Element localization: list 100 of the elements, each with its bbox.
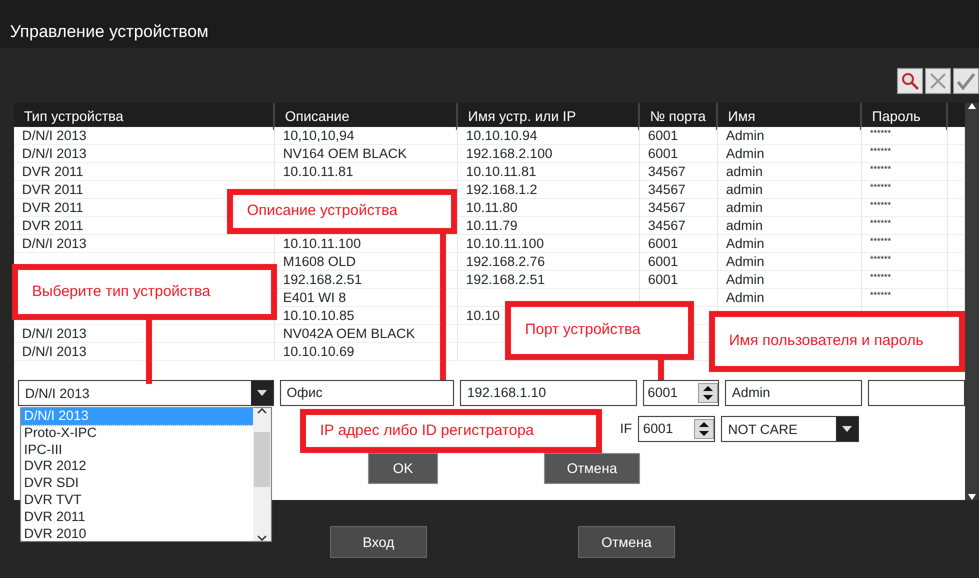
table-cell: 10.10 — [466, 308, 500, 323]
table-cell: admin — [726, 164, 763, 179]
dropdown-item[interactable]: Proto-X-IPC — [21, 424, 253, 442]
table-cell: 34567 — [648, 218, 686, 233]
device-type-combo[interactable]: D/N/I 2013 — [18, 380, 274, 406]
callout-label: Описание устройства — [227, 189, 457, 234]
table-cell: Admin — [726, 272, 764, 287]
table-cell: NV042A OEM BLACK — [283, 326, 416, 341]
close-icon — [928, 71, 948, 91]
masked-password: ****** — [870, 272, 892, 282]
column-header: Тип устройства — [14, 103, 275, 130]
table-cell: 6001 — [648, 254, 678, 269]
delete-button[interactable] — [925, 68, 951, 94]
table-cell: DVR 2011 — [22, 200, 84, 215]
address-field[interactable]: 192.168.1.10 — [460, 380, 637, 406]
masked-password: ****** — [870, 200, 892, 210]
callout-label: Имя пользователя и пароль — [709, 311, 965, 372]
dropdown-item[interactable]: IPC-III — [21, 442, 253, 458]
caret-icon — [256, 390, 267, 396]
port-spinner[interactable]: 6001 — [642, 380, 719, 406]
masked-password: ****** — [870, 182, 892, 192]
table-cell: 10.11.80 — [466, 200, 518, 215]
scroll-thumb[interactable] — [254, 432, 270, 487]
table-cell: admin — [726, 200, 763, 215]
table-cell: Admin — [726, 128, 764, 143]
window-title: Управление устройством — [0, 0, 979, 48]
table-cell: Admin — [726, 236, 764, 251]
ok-button[interactable]: OK — [368, 453, 438, 484]
table-cell: 10.10.10.85 — [283, 308, 354, 323]
scroll-up-icon — [968, 103, 976, 109]
masked-password: ****** — [870, 146, 892, 156]
table-cell: D/N/I 2013 — [22, 128, 87, 143]
table-cell: 10.10.10.69 — [283, 344, 354, 359]
masked-password: ****** — [870, 128, 892, 138]
table-cell: Admin — [726, 146, 764, 161]
table-cell: admin — [726, 218, 763, 233]
scrollbar[interactable] — [965, 103, 979, 500]
table-cell: 10.10.11.100 — [283, 236, 361, 251]
dropdown-item[interactable]: DVR SDI — [21, 475, 253, 492]
callout-label: IP адрес либо ID регистратора — [300, 409, 602, 453]
dropdown-item[interactable]: DVR TVT — [21, 492, 253, 509]
scroll-down-icon — [968, 494, 976, 500]
cancel-button[interactable]: Отмена — [578, 526, 675, 558]
column-header: Имя устр. или IP — [458, 103, 640, 130]
table-cell: 6001 — [648, 128, 678, 143]
table-cell: 192.168.2.51 — [283, 272, 362, 287]
mode-combo[interactable]: NOT CARE — [721, 416, 859, 442]
table-cell: 192.168.2.76 — [466, 254, 545, 269]
table-cell: 6001 — [648, 236, 678, 251]
table-cell: DVR 2011 — [22, 182, 84, 197]
table-cell: M1608 OLD — [283, 254, 356, 269]
masked-password: ****** — [870, 218, 892, 228]
table-cell: 192.168.2.100 — [466, 146, 552, 161]
column-header: № порта — [640, 103, 718, 130]
cancel-button[interactable]: Отмена — [544, 453, 640, 484]
spin-arrows-icon — [694, 419, 714, 439]
dropdown-item[interactable]: DVR 2010 — [21, 526, 253, 542]
user-field[interactable]: Admin — [724, 380, 862, 406]
search-button[interactable] — [897, 68, 923, 94]
table-cell: D/N/I 2013 — [22, 146, 87, 161]
dropdown-item[interactable]: DVR 2011 — [21, 508, 253, 526]
table-cell: 10.10.11.100 — [466, 236, 544, 251]
table-cell: 10,10,10,94 — [283, 128, 354, 143]
table-cell: 34567 — [648, 200, 686, 215]
table-cell: admin — [726, 182, 763, 197]
login-button[interactable]: Вход — [330, 526, 427, 558]
masked-password: ****** — [870, 236, 892, 246]
table-cell: 10.11.79 — [466, 218, 518, 233]
chevron-down-icon — [257, 535, 267, 541]
dropdown-item[interactable]: DVR 2012 — [21, 458, 253, 476]
table-cell: 10.10.11.81 — [466, 164, 536, 179]
table-cell: Admin — [726, 290, 764, 305]
column-header: Имя — [718, 103, 862, 130]
table-cell: 6001 — [648, 146, 678, 161]
masked-password: ****** — [870, 290, 892, 300]
callout-label: Порт устройства — [505, 301, 694, 360]
callout-label: Выберите тип устройства — [12, 264, 277, 320]
table-cell: 10.10.10.94 — [466, 128, 538, 143]
search-icon — [900, 71, 920, 91]
port-spinner[interactable]: 6001 — [638, 416, 715, 442]
caret-icon — [842, 426, 852, 432]
protocol-label: IF — [619, 420, 632, 438]
table-cell: 192.168.1.2 — [466, 182, 538, 197]
spin-arrows-icon — [698, 383, 718, 403]
description-field[interactable]: Офис — [280, 380, 454, 406]
table-cell: D/N/I 2013 — [22, 344, 87, 359]
table-cell: D/N/I 2013 — [22, 326, 87, 341]
column-header: Пароль — [862, 103, 948, 130]
masked-password: ****** — [870, 254, 892, 264]
table-cell: 34567 — [648, 182, 686, 197]
table-cell: DVR 2011 — [22, 164, 84, 179]
table-cell: 192.168.2.51 — [466, 272, 545, 287]
chevron-up-icon — [257, 408, 267, 414]
table-cell: E401 WI 8 — [283, 290, 346, 305]
confirm-button[interactable] — [953, 68, 979, 94]
table-cell: NV164 OEM BLACK — [283, 146, 407, 161]
password-field[interactable] — [868, 380, 965, 406]
table-cell: Admin — [726, 254, 764, 269]
table-cell: 10.10.11.81 — [283, 164, 354, 179]
masked-password: ****** — [870, 164, 892, 174]
